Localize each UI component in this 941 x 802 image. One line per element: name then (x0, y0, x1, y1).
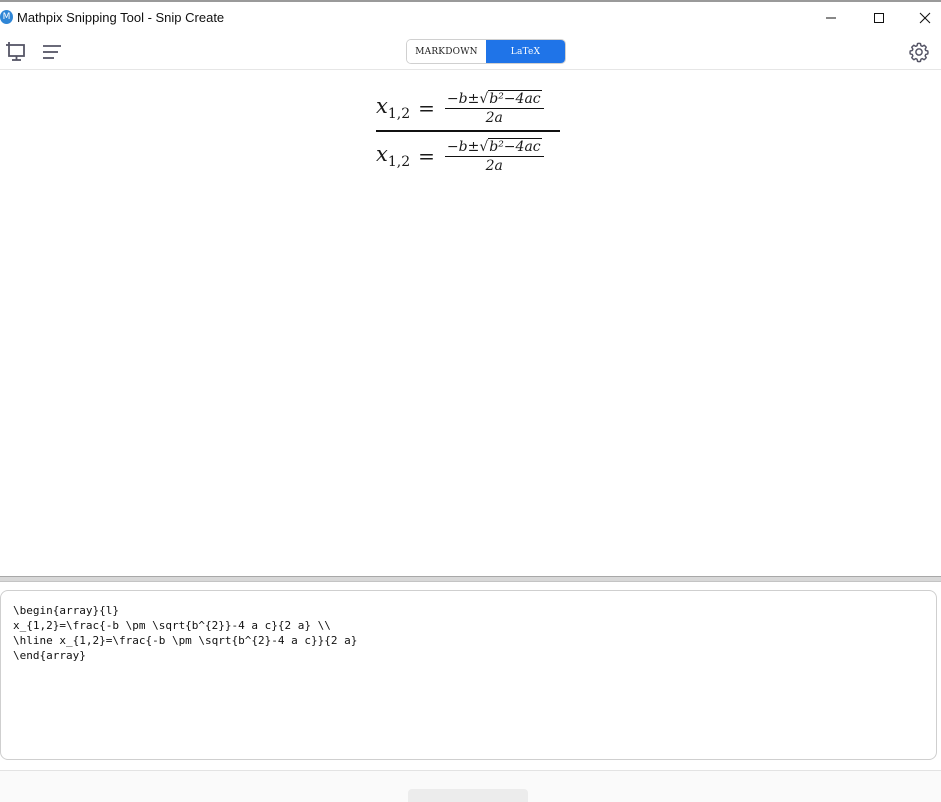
close-icon (919, 12, 931, 24)
array-hline (376, 130, 560, 132)
fraction: −b±√b²−4ac 2a (444, 89, 544, 126)
latex-code-editor[interactable]: \begin{array}{l} x_{1,2}=\frac{-b \pm \s… (0, 590, 937, 760)
mathpix-logo-icon: M (0, 10, 13, 24)
maximize-button[interactable] (856, 2, 902, 34)
code-line: x_{1,2}=\frac{-b \pm \sqrt{b^{2}}-4 a c}… (13, 619, 331, 632)
equation-row: x1,2 = −b±√b²−4ac 2a (376, 88, 562, 128)
code-line: \end{array} (13, 649, 86, 662)
fraction-denominator: 2a (485, 109, 503, 126)
toolbar: MARKDOWN LaTeX (0, 34, 941, 70)
code-line: \hline x_{1,2}=\frac{-b \pm \sqrt{b^{2}-… (13, 634, 358, 647)
minimize-icon (826, 17, 836, 19)
fraction-numerator: −b±√b²−4ac (444, 137, 544, 157)
fraction: −b±√b²−4ac 2a (444, 137, 544, 174)
format-toggle: MARKDOWN LaTeX (406, 39, 566, 64)
history-menu-button[interactable] (41, 41, 63, 63)
app-window: M Mathpix Snipping Tool - Snip Create MA… (0, 0, 941, 802)
tab-latex[interactable]: LaTeX (486, 40, 565, 63)
equals-sign: = (418, 144, 435, 168)
rendered-preview: x1,2 = −b±√b²−4ac 2a x1,2 = −b±√b²−4ac 2… (0, 70, 941, 576)
menu-lines-icon (43, 45, 61, 59)
fraction-numerator: −b±√b²−4ac (444, 89, 544, 109)
fraction-denominator: 2a (485, 157, 503, 174)
snip-screen-icon (6, 42, 25, 61)
bottom-action-button[interactable] (408, 789, 528, 802)
close-button[interactable] (902, 2, 941, 34)
minimize-button[interactable] (808, 2, 854, 34)
gear-icon (909, 42, 929, 63)
rendered-equation: x1,2 = −b±√b²−4ac 2a x1,2 = −b±√b²−4ac 2… (376, 88, 562, 176)
code-line: \begin{array}{l} (13, 604, 119, 617)
equation-row: x1,2 = −b±√b²−4ac 2a (376, 136, 562, 176)
snip-button[interactable] (5, 41, 27, 63)
title-bar: M Mathpix Snipping Tool - Snip Create (0, 2, 941, 34)
settings-button[interactable] (908, 41, 930, 63)
bottom-bar (0, 770, 941, 802)
maximize-icon (874, 13, 884, 23)
panel-splitter[interactable] (0, 576, 941, 582)
window-title: Mathpix Snipping Tool - Snip Create (17, 10, 225, 25)
equation-lhs: x1,2 (376, 141, 411, 171)
equals-sign: = (418, 96, 435, 120)
tab-markdown[interactable]: MARKDOWN (407, 40, 486, 63)
equation-lhs: x1,2 (376, 93, 411, 123)
